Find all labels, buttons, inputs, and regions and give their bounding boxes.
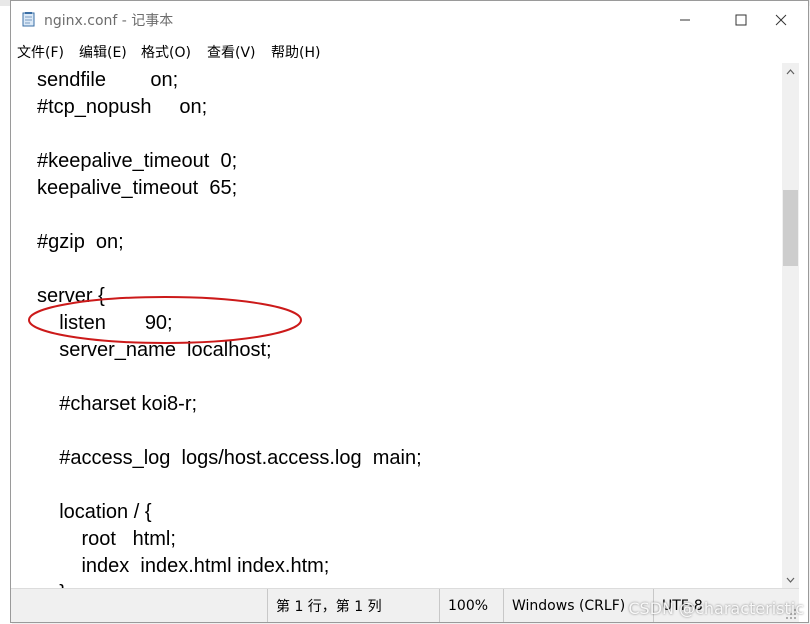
status-cursor-position: 第 1 行，第 1 列 [267, 589, 439, 622]
scroll-down-button[interactable] [782, 571, 799, 588]
status-zoom: 100% [439, 589, 503, 622]
menu-file[interactable]: 文件(F) [17, 42, 64, 62]
chevron-up-icon [786, 68, 795, 74]
notepad-window: nginx.conf - 记事本 文件(F) 编辑(E) 格式(O) 查看(V)… [10, 0, 809, 623]
title-bar[interactable]: nginx.conf - 记事本 [11, 1, 808, 39]
menu-bar: 文件(F) 编辑(E) 格式(O) 查看(V) 帮助(H) [11, 39, 808, 63]
editor-content[interactable]: sendfile on; #tcp_nopush on; #keepalive_… [37, 67, 422, 588]
vertical-scrollbar[interactable] [782, 63, 799, 588]
close-button[interactable] [753, 1, 809, 39]
scrollbar-thumb[interactable] [783, 190, 798, 266]
menu-format[interactable]: 格式(O) [141, 42, 191, 62]
notepad-app-icon [22, 12, 35, 27]
menu-edit[interactable]: 编辑(E) [79, 42, 127, 62]
minimize-icon [680, 19, 690, 21]
window-title: nginx.conf - 记事本 [44, 13, 174, 29]
scroll-up-button[interactable] [782, 63, 799, 80]
text-editor[interactable]: sendfile on; #tcp_nopush on; #keepalive_… [11, 63, 782, 588]
maximize-icon [735, 14, 747, 26]
chevron-down-icon [786, 577, 795, 583]
watermark: CSDN @characteristic [628, 599, 804, 618]
menu-view[interactable]: 查看(V) [207, 42, 256, 62]
close-icon [775, 14, 787, 26]
minimize-button[interactable] [657, 1, 713, 39]
menu-help[interactable]: 帮助(H) [271, 42, 320, 62]
